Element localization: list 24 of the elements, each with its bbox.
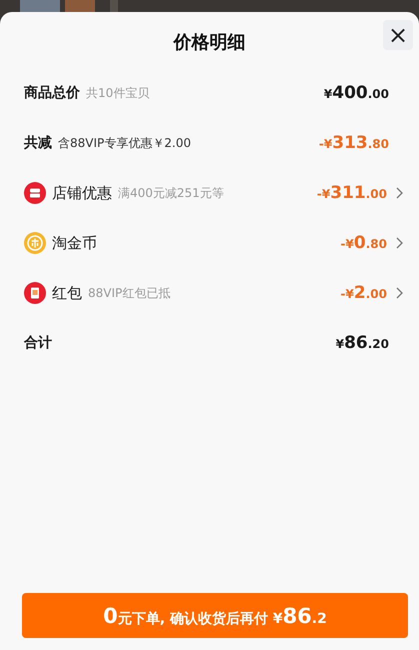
row-label: 红包 [52,284,82,302]
row-label: 合计 [24,334,52,352]
amount: -¥311.00 [316,183,387,203]
amount: ¥86.20 [336,333,389,353]
chevron-icon[interactable] [395,187,403,199]
close-button[interactable]: × [383,20,413,50]
store-icon [24,182,46,204]
sheet-title: 价格明细 [174,31,246,54]
row-note: 共10件宝贝 [86,84,150,102]
amount: -¥2.00 [340,283,387,303]
chevron-icon[interactable] [395,237,403,249]
amount: -¥0.80 [340,233,387,253]
row-label: 共减 [24,134,52,152]
chevron-icon[interactable] [395,287,403,299]
amount: -¥313.80 [318,133,389,153]
row-label: 淘金币 [52,234,97,252]
coin-icon [24,232,46,254]
row-label: 店铺优惠 [52,184,112,202]
row-label: 商品总价 [24,84,80,102]
row-note: 88VIP红包已抵 [88,284,170,302]
amount: ¥400.00 [324,83,389,103]
row-note: 满400元减251元等 [118,184,224,202]
row-note: 含88VIP专享优惠￥2.00 [58,134,191,152]
envelope-icon [24,282,46,304]
